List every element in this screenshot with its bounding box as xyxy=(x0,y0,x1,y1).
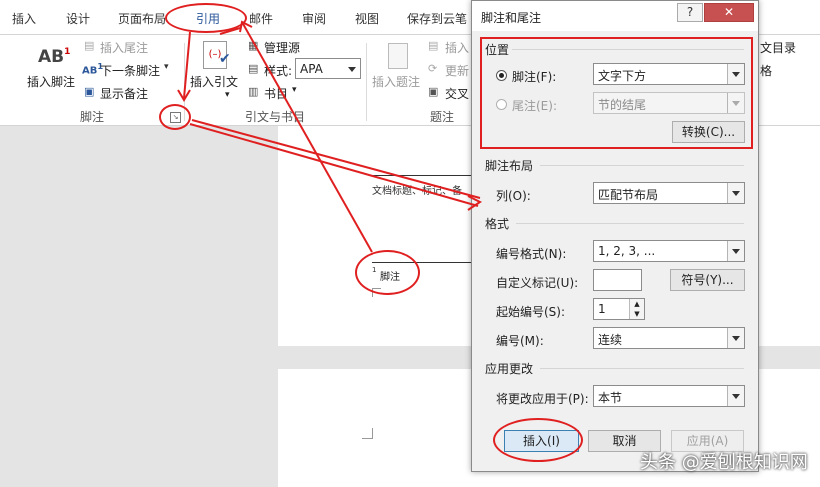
arrow-line xyxy=(241,21,373,253)
arrow-line xyxy=(219,27,241,35)
annotation-arrows xyxy=(177,20,482,253)
watermark: 头条 @爱刨根知识网 xyxy=(640,452,808,473)
arrow-line xyxy=(183,31,191,99)
arrow-line xyxy=(189,123,479,207)
